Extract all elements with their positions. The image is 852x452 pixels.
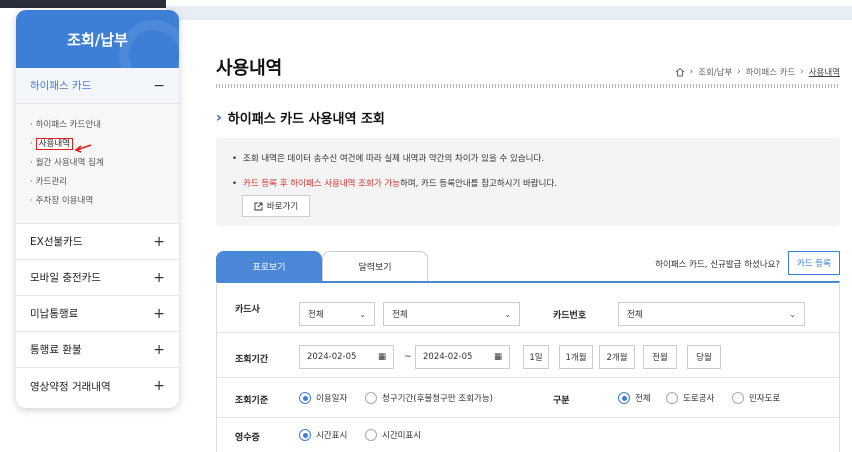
- card-company-label: 카드사: [235, 305, 260, 315]
- radio-unchecked-icon: [732, 392, 744, 404]
- sidebar-item-label: 하이패스 카드: [30, 80, 92, 92]
- plus-icon: +: [153, 233, 165, 250]
- notice-line: 조회 내역은 데이터 송수신 여건에 따라 실제 내역과 약간의 차이가 있을 …: [242, 152, 840, 177]
- section-title: › 하이패스 카드 사용내역 조회: [216, 108, 385, 128]
- radio-unchecked-icon: [365, 429, 377, 441]
- sidebar-submenu: 하이패스 카드안내 사용내역 월간 사용내역 집계 카드관리 주차장 이용내역: [16, 104, 179, 224]
- goto-button[interactable]: 바로가기: [242, 195, 310, 217]
- sidebar-item-label: 영상약정 거래내역: [30, 380, 111, 393]
- notice-line: 카드 등록 후 하이패스 사용내역 조회가 가능하며, 카드 등록안내를 참고하…: [242, 177, 840, 202]
- external-link-icon: [254, 202, 263, 210]
- category-expressway-radio[interactable]: 도로공사: [666, 392, 714, 404]
- plus-icon: +: [153, 269, 165, 286]
- section-title-text: 하이패스 카드 사용내역 조회: [227, 112, 385, 127]
- sidebar-header: 조회/납부: [16, 10, 179, 68]
- tab-calendar-view[interactable]: 달력보기: [322, 251, 428, 281]
- calendar-icon: ▦: [493, 352, 502, 362]
- submenu-item-card-info[interactable]: 하이패스 카드안내: [30, 116, 179, 135]
- chevron-right-icon: ›: [216, 109, 222, 126]
- sidebar-item-label: 미납통행료: [30, 308, 79, 320]
- card-company-select[interactable]: 전체 ⌄: [299, 302, 375, 326]
- sidebar-item-hipass-card[interactable]: 하이패스 카드 −: [16, 68, 179, 104]
- chevron-right-icon: ›: [737, 67, 741, 77]
- top-light-bar: [166, 6, 852, 20]
- breadcrumb: › 조회/납부 › 하이패스 카드 › 사용내역: [675, 66, 840, 78]
- radio-checked-icon: [299, 429, 311, 441]
- chevron-right-icon: ›: [689, 67, 694, 77]
- chevron-right-icon: ›: [800, 67, 804, 77]
- minus-icon: −: [153, 77, 165, 94]
- sidebar-item-toll-refund[interactable]: 통행료 환불 +: [16, 332, 179, 368]
- period-1month-button[interactable]: 1개월: [559, 345, 593, 369]
- form-row-period: 조회기간 2024-02-05 ▦ ~ 2024-02-05 ▦ 1일 1개월 2개…: [217, 333, 839, 378]
- category-private-road-radio[interactable]: 민자도로: [732, 392, 780, 404]
- radio-unchecked-icon: [666, 392, 678, 404]
- chevron-down-icon: ⌄: [504, 309, 511, 319]
- receipt-label: 영수증: [235, 433, 260, 443]
- card-number-label: 카드번호: [553, 311, 587, 321]
- top-dark-bar: [0, 0, 166, 8]
- period-2month-button[interactable]: 2개월: [599, 345, 635, 369]
- card-number-select[interactable]: 전체 ⌄: [618, 302, 805, 326]
- category-all-radio[interactable]: 전체: [618, 392, 651, 404]
- submenu-item-parking-history[interactable]: 주차장 이용내역: [30, 192, 179, 211]
- period-1day-button[interactable]: 1일: [523, 345, 549, 369]
- header-decoration: [119, 20, 179, 68]
- date-to-input[interactable]: 2024-02-05 ▦: [415, 345, 510, 369]
- sidebar-item-unpaid-toll[interactable]: 미납통행료 +: [16, 296, 179, 332]
- title-divider: [216, 84, 840, 88]
- notice-box: 조회 내역은 데이터 송수신 여건에 따라 실제 내역과 약간의 차이가 있을 …: [216, 138, 840, 226]
- basis-billing-period-radio[interactable]: 청구기간(후불청구만 조회가능): [365, 392, 493, 404]
- category-label: 구분: [553, 396, 570, 406]
- plus-icon: +: [153, 305, 165, 322]
- home-icon[interactable]: [675, 67, 685, 77]
- new-card-question: 하이패스 카드, 신규발급 하셨나요?: [655, 260, 780, 270]
- radio-checked-icon: [299, 392, 311, 404]
- radio-checked-icon: [618, 392, 630, 404]
- sidebar-item-label: 모바일 충전카드: [30, 272, 101, 284]
- submenu-item-monthly-summary[interactable]: 월간 사용내역 집계: [30, 154, 179, 173]
- period-this-month-button[interactable]: 당월: [687, 345, 721, 369]
- sidebar-item-label: 통행료 환불: [30, 344, 82, 356]
- sidebar: 조회/납부 하이패스 카드 − 하이패스 카드안내 사용내역 월간 사용내역 집…: [16, 10, 179, 408]
- form-row-basis: 조회기준 이용일자 청구기간(후불청구만 조회가능) 구분 전체 도로공사 민자…: [217, 378, 839, 418]
- sidebar-item-label: EX선불카드: [30, 236, 83, 248]
- receipt-time-hidden-radio[interactable]: 시간미표시: [365, 429, 421, 441]
- basis-label: 조회기준: [235, 396, 269, 406]
- period-last-month-button[interactable]: 전월: [643, 345, 677, 369]
- basis-usage-date-radio[interactable]: 이용일자: [299, 392, 347, 404]
- breadcrumb-current[interactable]: 사용내역: [809, 66, 840, 78]
- breadcrumb-item[interactable]: 조회/납부: [698, 66, 732, 78]
- submenu-item-card-management[interactable]: 카드관리: [30, 173, 179, 192]
- radio-unchecked-icon: [365, 392, 377, 404]
- sidebar-item-video-agreement[interactable]: 영상약정 거래내역 +: [16, 368, 179, 404]
- sidebar-item-ex-prepaid[interactable]: EX선불카드 +: [16, 224, 179, 260]
- sidebar-item-mobile-card[interactable]: 모바일 충전카드 +: [16, 260, 179, 296]
- date-separator: ~: [404, 352, 412, 362]
- card-register-button[interactable]: 카드 등록: [788, 251, 840, 275]
- date-from-input[interactable]: 2024-02-05 ▦: [299, 345, 394, 369]
- period-label: 조회기간: [235, 355, 269, 365]
- red-arrow-annotation-icon: [74, 144, 92, 153]
- plus-icon: +: [153, 341, 165, 358]
- submenu-item-usage-history[interactable]: 사용내역: [30, 135, 179, 154]
- card-type-select[interactable]: 전체 ⌄: [383, 302, 520, 326]
- plus-icon: +: [153, 378, 165, 394]
- receipt-time-shown-radio[interactable]: 시간표시: [299, 429, 347, 441]
- page-title: 사용내역: [216, 58, 283, 79]
- search-form: 카드사 전체 ⌄ 전체 ⌄ 카드번호 전체 ⌄ 조회기간 2024-02-05 ▦ ~ …: [216, 281, 840, 452]
- form-row-card: 카드사 전체 ⌄ 전체 ⌄ 카드번호 전체 ⌄: [217, 283, 839, 333]
- breadcrumb-item[interactable]: 하이패스 카드: [746, 66, 796, 78]
- sidebar-title: 조회/납부: [67, 30, 128, 49]
- tab-table-view[interactable]: 표로보기: [216, 251, 322, 281]
- chevron-down-icon: ⌄: [789, 309, 796, 319]
- chevron-down-icon: ⌄: [359, 309, 366, 319]
- calendar-icon: ▦: [377, 352, 386, 362]
- form-row-receipt: 영수증 시간표시 시간미표시: [217, 418, 839, 452]
